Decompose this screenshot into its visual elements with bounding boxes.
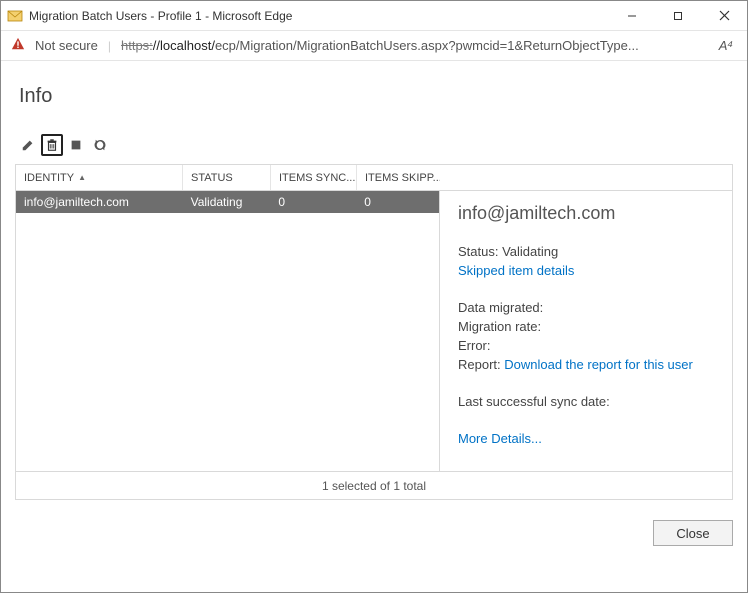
- stop-button[interactable]: [65, 134, 87, 156]
- column-items-skipped[interactable]: ITEMS SKIPP...: [357, 165, 440, 190]
- reading-view-icon[interactable]: A⁴: [715, 38, 737, 53]
- more-details-link[interactable]: More Details...: [458, 431, 714, 446]
- page-content: Info IDENTITY STATUS ITEMS SYNC... ITEMS…: [1, 61, 747, 592]
- table-header: IDENTITY STATUS ITEMS SYNC... ITEMS SKIP…: [16, 165, 732, 191]
- url-display[interactable]: https://localhost/ecp/Migration/Migratio…: [121, 38, 705, 53]
- url-scheme: https:: [121, 38, 153, 53]
- cell-items-synced: 0: [270, 191, 356, 213]
- details-status-value: Validating: [502, 244, 558, 259]
- minimize-button[interactable]: [609, 1, 655, 31]
- details-status-label: Status:: [458, 244, 502, 259]
- maximize-button[interactable]: [655, 1, 701, 31]
- window-title: Migration Batch Users - Profile 1 - Micr…: [29, 9, 292, 23]
- details-error: Error:: [458, 338, 714, 353]
- refresh-button[interactable]: [89, 134, 111, 156]
- address-divider: |: [108, 39, 111, 53]
- address-bar: Not secure | https://localhost/ecp/Migra…: [1, 31, 747, 61]
- cell-identity: info@jamiltech.com: [16, 191, 183, 213]
- window-titlebar: Migration Batch Users - Profile 1 - Micr…: [1, 1, 747, 31]
- table-footer: 1 selected of 1 total: [16, 471, 732, 499]
- page-title: Info: [19, 85, 733, 108]
- dialog-buttons: Close: [15, 500, 733, 546]
- not-secure-label: Not secure: [35, 38, 98, 53]
- details-panel: info@jamiltech.com Status: Validating Sk…: [440, 191, 732, 471]
- edit-button[interactable]: [17, 134, 39, 156]
- column-identity[interactable]: IDENTITY: [16, 165, 183, 190]
- column-status[interactable]: STATUS: [183, 165, 271, 190]
- table-body-area: info@jamiltech.com Validating 0 0 info@j…: [16, 191, 732, 471]
- column-items-synced[interactable]: ITEMS SYNC...: [271, 165, 357, 190]
- url-host: //localhost/: [153, 38, 215, 53]
- close-window-button[interactable]: [701, 1, 747, 31]
- cell-items-skipped: 0: [356, 191, 439, 213]
- not-secure-icon: [11, 37, 25, 54]
- url-path: ecp/Migration/MigrationBatchUsers.aspx?p…: [215, 38, 639, 53]
- delete-button[interactable]: [41, 134, 63, 156]
- table-row[interactable]: info@jamiltech.com Validating 0 0: [16, 191, 439, 213]
- details-title: info@jamiltech.com: [458, 203, 714, 224]
- details-status: Status: Validating: [458, 244, 714, 259]
- details-report: Report: Download the report for this use…: [458, 357, 714, 372]
- cell-status: Validating: [183, 191, 271, 213]
- details-migration-rate: Migration rate:: [458, 319, 714, 334]
- details-report-label: Report:: [458, 357, 504, 372]
- table-rows: info@jamiltech.com Validating 0 0: [16, 191, 440, 471]
- details-data-migrated: Data migrated:: [458, 300, 714, 315]
- details-last-sync: Last successful sync date:: [458, 394, 714, 409]
- skipped-item-details-link[interactable]: Skipped item details: [458, 263, 714, 278]
- users-table: IDENTITY STATUS ITEMS SYNC... ITEMS SKIP…: [15, 164, 733, 500]
- close-button[interactable]: Close: [653, 520, 733, 546]
- app-icon: [7, 8, 23, 24]
- download-report-link[interactable]: Download the report for this user: [504, 357, 693, 372]
- toolbar: [15, 134, 733, 156]
